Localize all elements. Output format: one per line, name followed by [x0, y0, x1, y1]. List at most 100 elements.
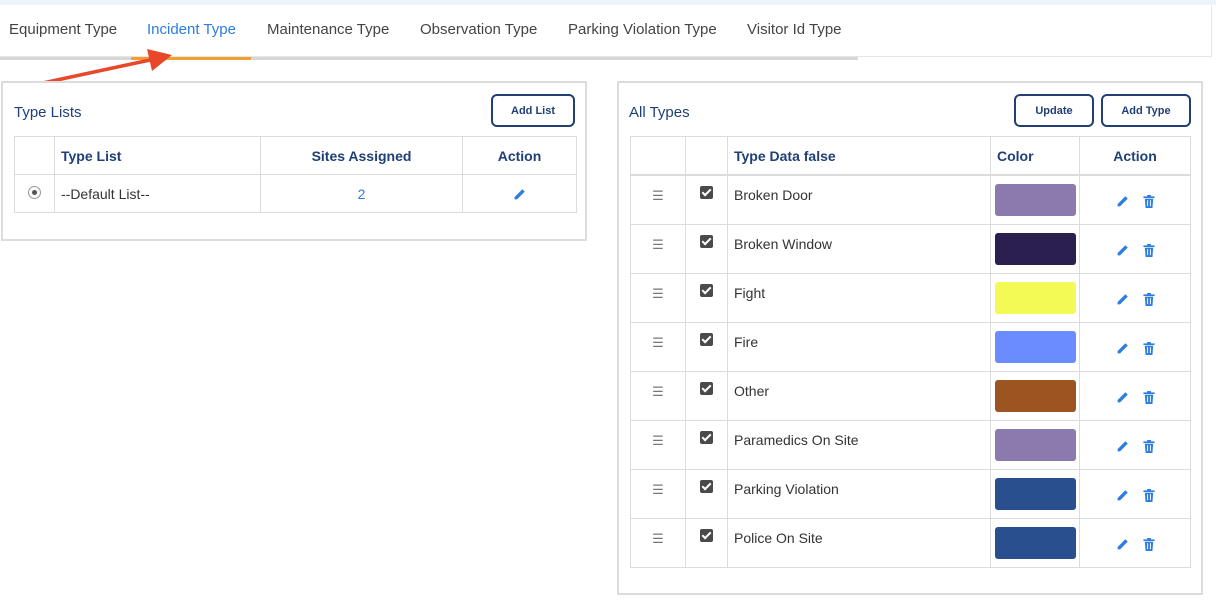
enabled-checkbox[interactable]: [700, 284, 713, 297]
edit-pencil-icon[interactable]: [1116, 391, 1129, 404]
sites-assigned-cell: 2: [260, 174, 463, 213]
delete-trash-icon[interactable]: [1142, 390, 1155, 404]
type-name-cell: Broken Door: [727, 175, 991, 225]
checkbox-cell: [685, 224, 728, 274]
table-row: ☰ Fire: [630, 322, 1191, 372]
sites-assigned-link[interactable]: 2: [358, 186, 366, 202]
tab-underline: [0, 57, 858, 60]
type-list-header: Type List: [54, 136, 261, 175]
tab-incident-type[interactable]: Incident Type: [147, 21, 236, 38]
edit-pencil-icon[interactable]: [1116, 293, 1129, 306]
drag-handle-cell: ☰: [630, 273, 686, 323]
type-name-cell: Other: [727, 371, 991, 421]
action-cell: [1079, 420, 1191, 470]
color-swatch[interactable]: [995, 184, 1076, 216]
delete-trash-icon[interactable]: [1142, 194, 1155, 208]
delete-trash-icon[interactable]: [1142, 439, 1155, 453]
drag-handle-cell: ☰: [630, 224, 686, 274]
action-cell: [1079, 371, 1191, 421]
tab-bar: Equipment Type Incident Type Maintenance…: [0, 5, 1212, 60]
drag-handle-icon[interactable]: ☰: [652, 433, 664, 448]
checkbox-cell: [685, 518, 728, 568]
edit-pencil-icon[interactable]: [1116, 489, 1129, 502]
action-cell: [1079, 224, 1191, 274]
checkbox-cell: [685, 175, 728, 225]
drag-handle-icon[interactable]: ☰: [652, 237, 664, 252]
delete-trash-icon[interactable]: [1142, 292, 1155, 306]
delete-trash-icon[interactable]: [1142, 341, 1155, 355]
drag-handle-icon[interactable]: ☰: [652, 335, 664, 350]
checkbox-cell: [685, 420, 728, 470]
action-cell: [1079, 518, 1191, 568]
drag-handle-cell: ☰: [630, 420, 686, 470]
checkbox-cell: [685, 371, 728, 421]
checkbox-cell: [685, 469, 728, 519]
enabled-checkbox[interactable]: [700, 480, 713, 493]
color-cell: [990, 371, 1080, 421]
drag-handle-cell: ☰: [630, 371, 686, 421]
edit-pencil-icon[interactable]: [1116, 342, 1129, 355]
enabled-checkbox[interactable]: [700, 186, 713, 199]
drag-handle-cell: ☰: [630, 322, 686, 372]
tab-observation-type[interactable]: Observation Type: [420, 21, 537, 38]
drag-column-header: [630, 136, 686, 175]
drag-handle-icon[interactable]: ☰: [652, 188, 664, 203]
drag-handle-icon[interactable]: ☰: [652, 286, 664, 301]
table-header-row: Type List Sites Assigned Action: [14, 136, 577, 175]
action-cell: [1079, 175, 1191, 225]
color-swatch[interactable]: [995, 527, 1076, 559]
add-list-button[interactable]: Add List: [491, 94, 575, 127]
tab-parking-violation-type[interactable]: Parking Violation Type: [568, 21, 717, 38]
edit-pencil-icon[interactable]: [1116, 195, 1129, 208]
color-swatch[interactable]: [995, 282, 1076, 314]
enabled-checkbox[interactable]: [700, 235, 713, 248]
color-swatch[interactable]: [995, 478, 1076, 510]
edit-pencil-icon[interactable]: [1116, 244, 1129, 257]
color-cell: [990, 175, 1080, 225]
table-row: ☰ Other: [630, 371, 1191, 421]
enabled-checkbox[interactable]: [700, 529, 713, 542]
color-header: Color: [990, 136, 1080, 175]
select-cell: [14, 174, 55, 213]
sites-assigned-header: Sites Assigned: [260, 136, 463, 175]
tab-maintenance-type[interactable]: Maintenance Type: [267, 21, 389, 38]
tab-equipment-type[interactable]: Equipment Type: [9, 21, 117, 38]
type-name-cell: Parking Violation: [727, 469, 991, 519]
checkbox-cell: [685, 322, 728, 372]
action-cell: [462, 174, 577, 213]
type-name-cell: Paramedics On Site: [727, 420, 991, 470]
active-tab-indicator: [131, 57, 251, 60]
color-swatch[interactable]: [995, 331, 1076, 363]
color-cell: [990, 469, 1080, 519]
color-swatch[interactable]: [995, 429, 1076, 461]
drag-handle-icon[interactable]: ☰: [652, 531, 664, 546]
edit-pencil-icon[interactable]: [513, 188, 526, 201]
delete-trash-icon[interactable]: [1142, 243, 1155, 257]
check-column-header: [685, 136, 728, 175]
type-name: Fire: [734, 334, 759, 350]
enabled-checkbox[interactable]: [700, 382, 713, 395]
drag-handle-icon[interactable]: ☰: [652, 384, 664, 399]
type-lists-panel: Type Lists Add List Type List Sites Assi…: [1, 81, 587, 241]
edit-pencil-icon[interactable]: [1116, 538, 1129, 551]
delete-trash-icon[interactable]: [1142, 537, 1155, 551]
table-row: ☰ Parking Violation: [630, 469, 1191, 519]
default-list-radio[interactable]: [28, 185, 41, 199]
color-swatch[interactable]: [995, 233, 1076, 265]
table-row: ☰ Broken Window: [630, 224, 1191, 274]
delete-trash-icon[interactable]: [1142, 488, 1155, 502]
edit-pencil-icon[interactable]: [1116, 440, 1129, 453]
drag-handle-icon[interactable]: ☰: [652, 482, 664, 497]
table-row: --Default List-- 2: [14, 174, 577, 213]
color-cell: [990, 273, 1080, 323]
enabled-checkbox[interactable]: [700, 333, 713, 346]
tab-visitor-id-type[interactable]: Visitor Id Type: [747, 21, 842, 38]
table-row: ☰ Paramedics On Site: [630, 420, 1191, 470]
update-button[interactable]: Update: [1014, 94, 1094, 127]
action-header: Action: [462, 136, 577, 175]
drag-handle-cell: ☰: [630, 518, 686, 568]
add-type-button[interactable]: Add Type: [1101, 94, 1191, 127]
enabled-checkbox[interactable]: [700, 431, 713, 444]
action-cell: [1079, 322, 1191, 372]
color-swatch[interactable]: [995, 380, 1076, 412]
